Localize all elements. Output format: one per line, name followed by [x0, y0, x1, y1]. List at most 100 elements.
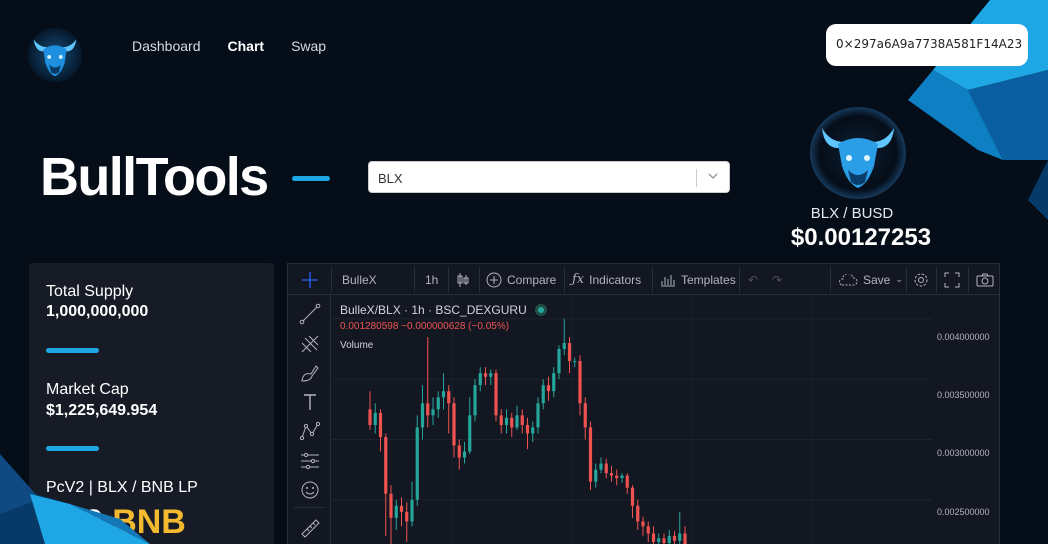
candle — [678, 533, 682, 541]
candle — [609, 473, 614, 476]
candle — [546, 385, 551, 392]
trend-line-icon[interactable] — [299, 303, 321, 325]
candle — [625, 475, 629, 488]
crosshair-tool[interactable] — [288, 264, 331, 295]
candle — [483, 373, 488, 377]
candle — [573, 361, 577, 363]
candle — [410, 499, 414, 522]
main-nav: Dashboard Chart Swap — [132, 38, 326, 54]
candle — [510, 417, 514, 428]
candle — [599, 463, 603, 470]
candle — [420, 403, 425, 428]
templates-icon — [661, 274, 675, 286]
candle — [562, 343, 566, 350]
candle — [394, 505, 398, 518]
emoji-icon[interactable] — [299, 479, 321, 501]
candle — [431, 409, 435, 416]
chevron-down-icon[interactable] — [707, 170, 719, 182]
save-button[interactable]: Save ⌄ — [838, 264, 903, 295]
indicators-button[interactable]: ƒx Indicators — [572, 264, 641, 295]
total-supply-label: Total Supply — [46, 283, 134, 300]
candle — [672, 535, 677, 541]
candle — [436, 397, 440, 410]
templates-label: Templates — [681, 272, 736, 287]
candle — [641, 521, 645, 527]
y-tick-label: 0.002500000 — [937, 507, 990, 517]
settings-button[interactable] — [913, 264, 929, 295]
nav-dashboard[interactable]: Dashboard — [132, 38, 201, 54]
price-chart-widget: BulleX 1h Compare ƒx Indicators Template… — [287, 263, 1000, 544]
candle — [552, 373, 556, 392]
indicators-label: Indicators — [589, 272, 642, 287]
candle — [499, 415, 503, 425]
candle — [536, 403, 540, 428]
candle — [515, 415, 519, 428]
cloud-icon — [838, 273, 858, 285]
toolbar-separator — [331, 267, 332, 292]
market-status-icon — [534, 304, 547, 316]
candle — [504, 417, 509, 425]
toolbar-separator — [936, 267, 937, 292]
candle — [368, 409, 372, 425]
templates-button[interactable]: Templates — [660, 264, 736, 295]
fullscreen-button[interactable] — [944, 264, 960, 295]
candle — [620, 475, 624, 479]
nav-chart[interactable]: Chart — [228, 38, 265, 54]
candle — [426, 403, 430, 416]
title-accent-line — [292, 176, 330, 181]
ohlc-values: 0.001280598 −0.000000628 (−0.05%) — [340, 321, 510, 332]
ruler-icon[interactable] — [299, 517, 321, 539]
candle — [541, 385, 545, 404]
symbol-button[interactable]: BulleX — [342, 264, 377, 295]
candle — [494, 373, 498, 416]
nav-swap[interactable]: Swap — [291, 38, 326, 54]
redo-button[interactable]: ↷ — [772, 264, 782, 295]
text-icon[interactable] — [299, 391, 321, 413]
candle — [478, 373, 482, 386]
toolbar-separator — [448, 267, 449, 292]
crosshair-icon — [301, 271, 318, 288]
candle — [447, 391, 451, 404]
save-label: Save — [863, 272, 891, 287]
bull-logo-icon[interactable] — [26, 26, 84, 84]
bull-token-icon — [810, 107, 906, 199]
candle — [389, 493, 393, 518]
fullscreen-icon — [944, 272, 960, 287]
wallet-address-button[interactable]: 0×297a6A9a7738A581F14A23 — [826, 24, 1028, 66]
candle — [578, 361, 582, 404]
token-price: $0.00127253 — [790, 224, 932, 251]
chart-legend-title: BulleX/BLX · 1h · BSC_DEXGURU — [340, 303, 547, 317]
pitchfork-icon[interactable] — [299, 333, 321, 355]
interval-button[interactable]: 1h — [425, 264, 438, 295]
brush-icon[interactable] — [299, 362, 321, 384]
page-title: BullTools — [40, 147, 269, 207]
token-select-value: BLX — [378, 171, 403, 186]
candle — [630, 487, 635, 506]
candle — [615, 475, 619, 479]
candle — [525, 425, 530, 434]
prediction-icon[interactable] — [299, 450, 321, 472]
market-cap-label: Market Cap — [46, 381, 129, 398]
y-tick-label: 0.003000000 — [937, 448, 990, 458]
candle — [489, 373, 493, 377]
candle — [468, 415, 472, 452]
chart-toolbar: BulleX 1h Compare ƒx Indicators Template… — [288, 264, 999, 295]
candle — [373, 412, 377, 425]
token-select[interactable]: BLX — [368, 161, 730, 193]
pattern-icon[interactable] — [299, 420, 321, 442]
candle — [667, 535, 671, 544]
total-supply-value: 1,000,000,000 — [46, 303, 149, 320]
candlestick-plot[interactable] — [332, 296, 1000, 544]
toolbar-separator — [479, 267, 480, 292]
candle — [683, 533, 687, 544]
snapshot-button[interactable] — [976, 264, 994, 295]
compare-button[interactable]: Compare — [486, 264, 556, 295]
candle — [583, 403, 587, 428]
candle — [636, 505, 640, 522]
candle — [399, 505, 404, 512]
chevron-down-icon: ⌄ — [895, 274, 903, 284]
chart-type-button[interactable] — [456, 264, 470, 295]
toolbar-separator — [739, 267, 740, 292]
toolbar-separator — [414, 267, 415, 292]
undo-button[interactable]: ↶ — [748, 264, 758, 295]
